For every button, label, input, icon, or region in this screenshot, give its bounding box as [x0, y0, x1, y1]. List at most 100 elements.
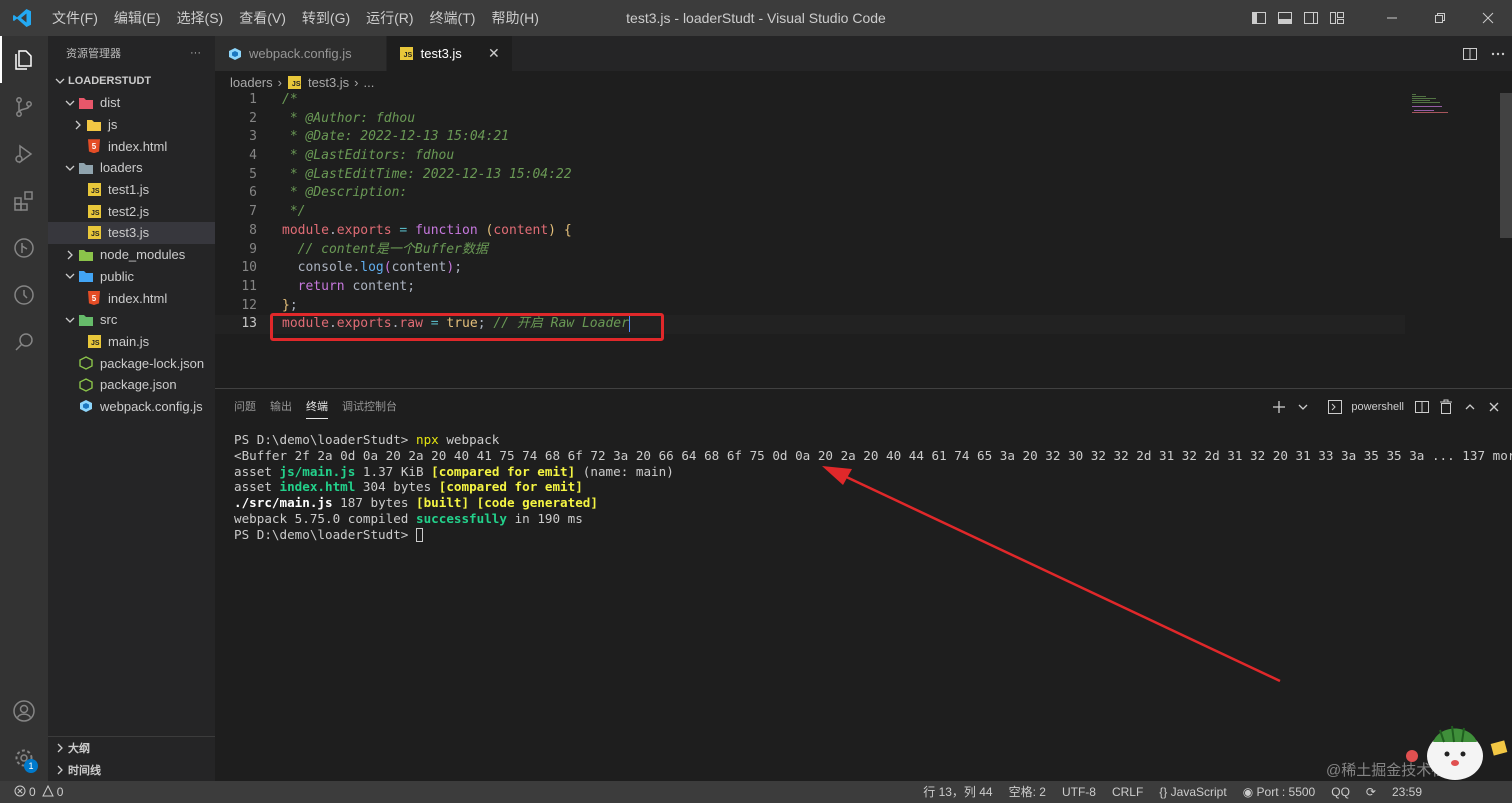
- warning-count[interactable]: 0: [57, 785, 64, 799]
- indentation[interactable]: 空格: 2: [1001, 781, 1054, 803]
- tree-label: package.json: [100, 377, 177, 393]
- breadcrumb-symbol[interactable]: ...: [364, 75, 375, 90]
- split-editor-icon[interactable]: [1456, 36, 1484, 71]
- account-icon[interactable]: [0, 687, 48, 734]
- toggle-primary-sidebar-icon[interactable]: [1246, 0, 1272, 36]
- menu-help[interactable]: 帮助(H): [483, 0, 546, 36]
- cursor-position[interactable]: 行 13，列 44: [915, 781, 1000, 803]
- outline-section[interactable]: 大纲: [48, 737, 215, 759]
- tab-test3[interactable]: JS test3.js ✕: [386, 36, 513, 71]
- tree-file-package-json[interactable]: package.json: [48, 374, 215, 396]
- explorer-icon[interactable]: [0, 36, 48, 83]
- terminal-shell-label[interactable]: powershell: [1351, 389, 1404, 425]
- tree-folder-src[interactable]: src: [48, 309, 215, 331]
- menu-edit[interactable]: 编辑(E): [106, 0, 169, 36]
- tree-folder-loaders[interactable]: loaders: [48, 157, 215, 179]
- git-graph-icon[interactable]: [0, 224, 48, 271]
- tree-file-test2[interactable]: JS test2.js: [48, 200, 215, 222]
- js-file-icon: JS: [287, 74, 303, 90]
- tree-file-main-js[interactable]: JS main.js: [48, 331, 215, 353]
- timeline-icon[interactable]: [0, 271, 48, 318]
- folder-js-icon: [86, 117, 102, 133]
- qq-status[interactable]: QQ: [1323, 781, 1358, 803]
- tree-file-package-lock[interactable]: package-lock.json: [48, 352, 215, 374]
- toggle-secondary-sidebar-icon[interactable]: [1298, 0, 1324, 36]
- error-count[interactable]: 0: [29, 785, 36, 799]
- code-line: 7 */: [215, 203, 1405, 222]
- chevron-right-icon: [62, 247, 78, 263]
- tab-webpack-config[interactable]: webpack.config.js: [215, 36, 387, 71]
- terminal-output[interactable]: PS D:\demo\loaderStudt> npx webpack <Buf…: [215, 425, 1512, 543]
- customize-layout-icon[interactable]: [1324, 0, 1350, 36]
- minimize-icon[interactable]: [1368, 0, 1416, 36]
- tree-file-test3[interactable]: JS test3.js: [48, 222, 215, 244]
- tree-file-webpack-config[interactable]: webpack.config.js: [48, 396, 215, 418]
- close-window-icon[interactable]: [1464, 0, 1512, 36]
- tab-problems[interactable]: 问题: [234, 389, 256, 425]
- code-token: return: [297, 278, 345, 294]
- chevron-down-icon: [52, 73, 68, 89]
- tree-label: webpack.config.js: [100, 398, 203, 414]
- tree-label: node_modules: [100, 247, 186, 263]
- tree-file-test1[interactable]: JS test1.js: [48, 179, 215, 201]
- extensions-icon[interactable]: [0, 177, 48, 224]
- source-control-icon[interactable]: [0, 83, 48, 130]
- clock-status: 23:59: [1391, 785, 1422, 799]
- settings-gear-icon[interactable]: 1: [0, 734, 48, 781]
- split-terminal-icon[interactable]: [1410, 389, 1434, 425]
- tree-file-dist-index-html[interactable]: 5 index.html: [48, 135, 215, 157]
- code-editor[interactable]: 1 /* 2 * @Author: fdhou 3 * @Date: 2022-1…: [215, 91, 1405, 391]
- menu-go[interactable]: 转到(G): [294, 0, 358, 36]
- chevron-down-icon[interactable]: [1291, 389, 1315, 425]
- menu-run[interactable]: 运行(R): [358, 0, 421, 36]
- tree-folder-js[interactable]: js: [48, 114, 215, 136]
- menu-terminal[interactable]: 终端(T): [422, 0, 484, 36]
- code-token: content: [352, 278, 408, 294]
- trash-icon[interactable]: [1434, 389, 1458, 425]
- end-of-line[interactable]: CRLF: [1104, 781, 1151, 803]
- tree-folder-public[interactable]: public: [48, 266, 215, 288]
- chevron-down-icon: [62, 160, 78, 176]
- line-number: 10: [241, 260, 257, 276]
- menu-file[interactable]: 文件(F): [44, 0, 106, 36]
- tree-file-public-index-html[interactable]: 5 index.html: [48, 287, 215, 309]
- toggle-panel-icon[interactable]: [1272, 0, 1298, 36]
- code-comment: */: [282, 204, 306, 220]
- tab-debug-console[interactable]: 调试控制台: [342, 389, 397, 425]
- explorer-more-actions[interactable]: ···: [190, 47, 201, 59]
- live-server-port[interactable]: ◉ Port : 5500: [1235, 781, 1324, 803]
- close-panel-icon[interactable]: [1482, 389, 1506, 425]
- timeline-section[interactable]: 时间线: [48, 759, 215, 781]
- terminal-prompt: PS D:\demo\loaderStudt>: [234, 526, 416, 542]
- chevron-right-icon: ›: [354, 74, 359, 90]
- minimap[interactable]: [1410, 93, 1500, 115]
- code-line: 10 console.log(content);: [215, 259, 1405, 278]
- language-mode[interactable]: {} JavaScript: [1151, 781, 1234, 803]
- more-actions-icon[interactable]: [1484, 36, 1512, 71]
- vscode-logo-icon: [0, 0, 44, 36]
- tree-folder-dist[interactable]: dist: [48, 92, 215, 114]
- restore-icon[interactable]: [1416, 0, 1464, 36]
- search-icon[interactable]: [0, 318, 48, 365]
- breadcrumb-file[interactable]: test3.js: [308, 75, 349, 90]
- js-file-icon: JS: [86, 333, 102, 349]
- editor-scrollbar-thumb[interactable]: [1500, 93, 1512, 238]
- encoding[interactable]: UTF-8: [1054, 781, 1104, 803]
- tab-output[interactable]: 输出: [270, 389, 292, 425]
- run-debug-icon[interactable]: [0, 130, 48, 177]
- close-tab-icon[interactable]: ✕: [486, 45, 502, 62]
- maximize-panel-icon[interactable]: [1458, 389, 1482, 425]
- line-number: 5: [249, 166, 257, 182]
- breadcrumb-folder[interactable]: loaders: [230, 75, 273, 90]
- folder-node-icon: [78, 247, 94, 263]
- tree-folder-node-modules[interactable]: node_modules: [48, 244, 215, 266]
- new-terminal-icon[interactable]: [1267, 389, 1291, 425]
- menu-view[interactable]: 查看(V): [231, 0, 294, 36]
- menu-selection[interactable]: 选择(S): [169, 0, 232, 36]
- sync-icon[interactable]: ⟳: [1358, 781, 1384, 803]
- workspace-root[interactable]: LOADERSTUDT: [48, 70, 215, 92]
- tab-terminal[interactable]: 终端: [306, 389, 328, 425]
- code-line: 4 * @LastEditors: fdhou: [215, 147, 1405, 166]
- code-line: 3 * @Date: 2022-12-13 15:04:21: [215, 128, 1405, 147]
- code-comment: * @LastEditors: fdhou: [282, 148, 455, 164]
